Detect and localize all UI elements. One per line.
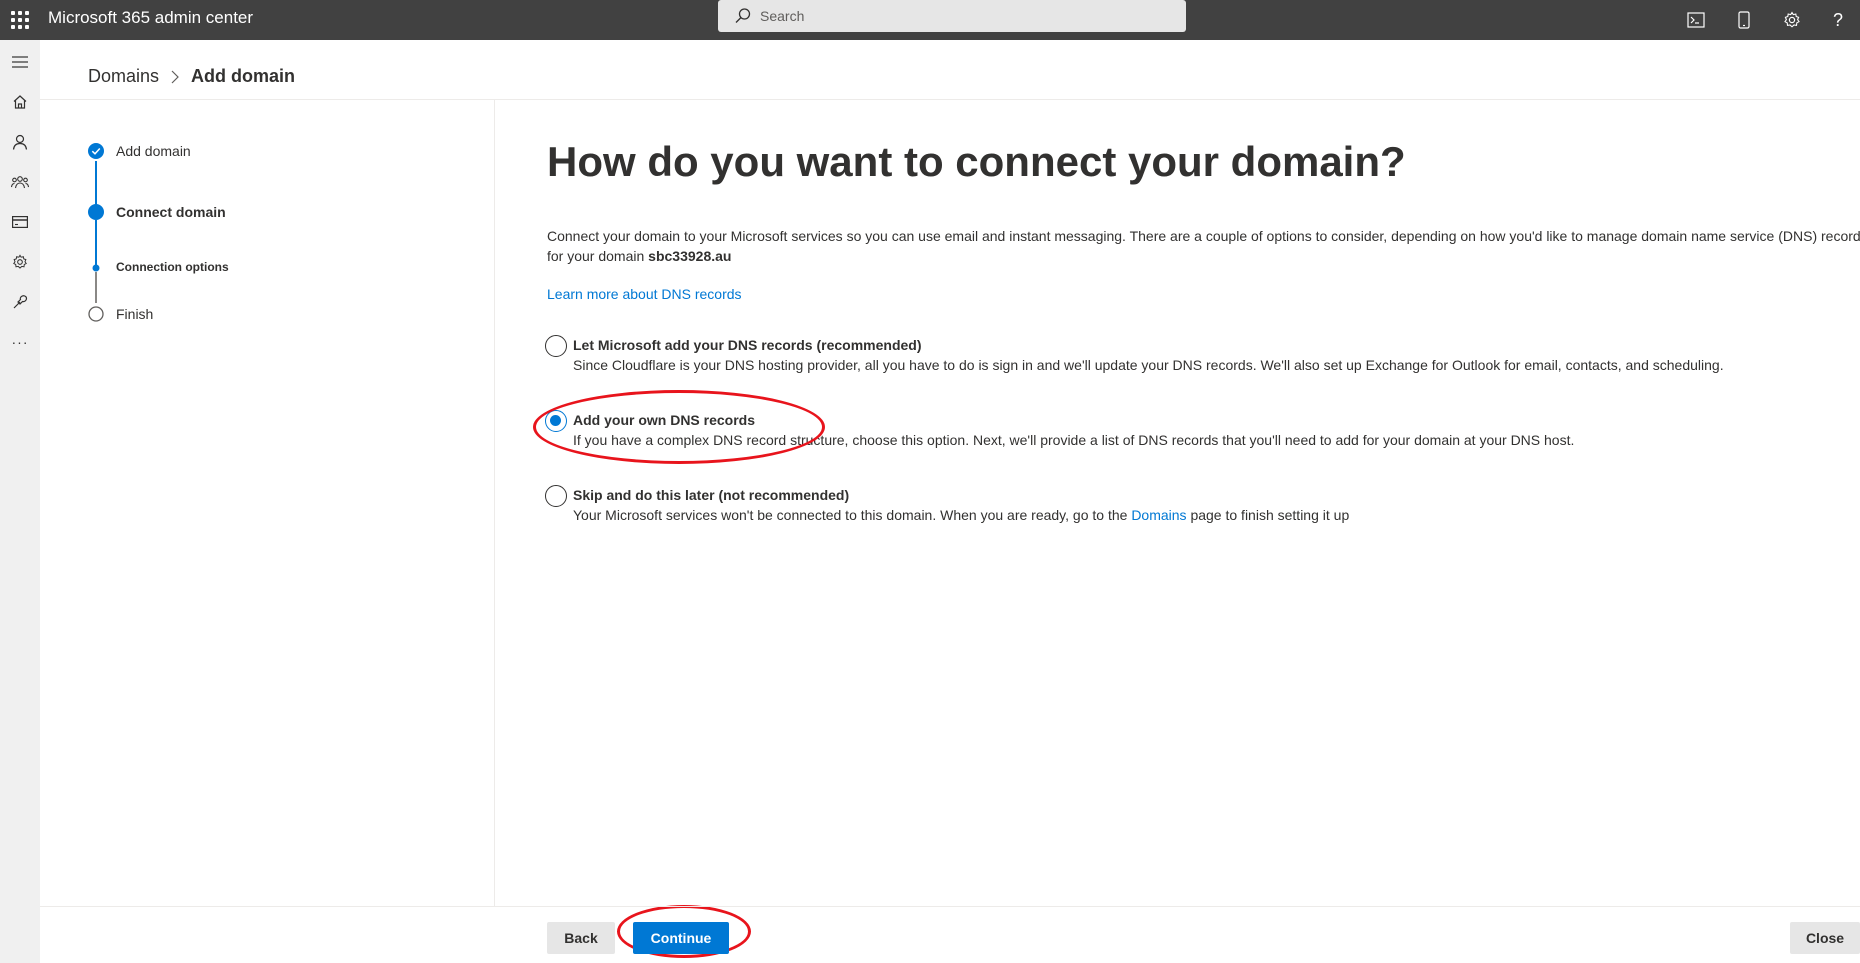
help-icon[interactable]: ?: [1824, 6, 1852, 34]
step-add-domain: Add domain: [88, 143, 191, 159]
step-connect-domain: Connect domain: [88, 204, 226, 220]
radio-skip[interactable]: [545, 485, 567, 507]
chevron-right-icon: [171, 70, 179, 84]
option-title[interactable]: Add your own DNS records: [573, 412, 755, 428]
step-label: Connection options: [116, 260, 229, 274]
option-title[interactable]: Skip and do this later (not recommended): [573, 487, 849, 503]
option-description: If you have a complex DNS record structu…: [573, 432, 1575, 448]
radio-microsoft-add-dns[interactable]: [545, 335, 567, 357]
learn-more-dns-link[interactable]: Learn more about DNS records: [547, 286, 742, 302]
step-connector: [95, 220, 97, 265]
gear-icon[interactable]: [1778, 6, 1806, 34]
breadcrumb-domains[interactable]: Domains: [88, 66, 159, 87]
header-divider: [40, 99, 1860, 100]
option-description: Since Cloudflare is your DNS hosting pro…: [573, 357, 1724, 373]
option-title[interactable]: Let Microsoft add your DNS records (reco…: [573, 337, 922, 353]
setup-icon[interactable]: [4, 286, 36, 318]
checkmark-circle-icon: [88, 143, 104, 159]
menu-icon[interactable]: [4, 46, 36, 78]
search-input[interactable]: [760, 6, 1160, 26]
continue-button[interactable]: Continue: [633, 922, 729, 954]
more-icon[interactable]: ···: [4, 326, 36, 358]
top-bar: Microsoft 365 admin center ?: [0, 0, 1860, 40]
panel-divider: [494, 100, 495, 906]
description-line-1: Connect your domain to your Microsoft se…: [547, 228, 1860, 244]
teams-icon[interactable]: [4, 166, 36, 198]
breadcrumb: Domains Add domain: [88, 66, 295, 87]
search-icon: [735, 8, 751, 23]
radio-add-own-dns[interactable]: [545, 410, 567, 432]
step-label: Add domain: [116, 143, 191, 159]
page-description: Connect your domain to your Microsoft se…: [547, 226, 1860, 266]
app-title[interactable]: Microsoft 365 admin center: [48, 8, 253, 28]
description-line-2: for your domain sbc33928.au: [547, 248, 732, 264]
breadcrumb-current: Add domain: [191, 66, 296, 86]
current-step-dot: [88, 204, 104, 220]
mobile-icon[interactable]: [1730, 6, 1758, 34]
waffle-icon[interactable]: [6, 6, 34, 34]
step-finish: Finish: [88, 306, 153, 322]
option-description: Your Microsoft services won't be connect…: [573, 507, 1350, 523]
step-connector: [95, 272, 97, 303]
substep-dot: [92, 264, 100, 272]
left-nav: ···: [0, 40, 40, 963]
footer-divider: [40, 906, 1860, 907]
terminal-icon[interactable]: [1682, 6, 1710, 34]
domains-link[interactable]: Domains: [1131, 507, 1186, 523]
home-icon[interactable]: [4, 86, 36, 118]
billing-icon[interactable]: [4, 206, 36, 238]
pending-step-circle: [88, 306, 104, 322]
close-button[interactable]: Close: [1790, 922, 1860, 954]
back-button[interactable]: Back: [547, 922, 615, 954]
domain-name: sbc33928.au: [648, 248, 732, 264]
user-icon[interactable]: [4, 126, 36, 158]
step-connector: [95, 161, 97, 205]
search-box[interactable]: [718, 0, 1186, 32]
step-label: Connect domain: [116, 204, 226, 220]
page-title: How do you want to connect your domain?: [547, 138, 1406, 185]
step-label: Finish: [116, 306, 154, 322]
settings-icon[interactable]: [4, 246, 36, 278]
step-connection-options: Connection options: [88, 260, 229, 274]
